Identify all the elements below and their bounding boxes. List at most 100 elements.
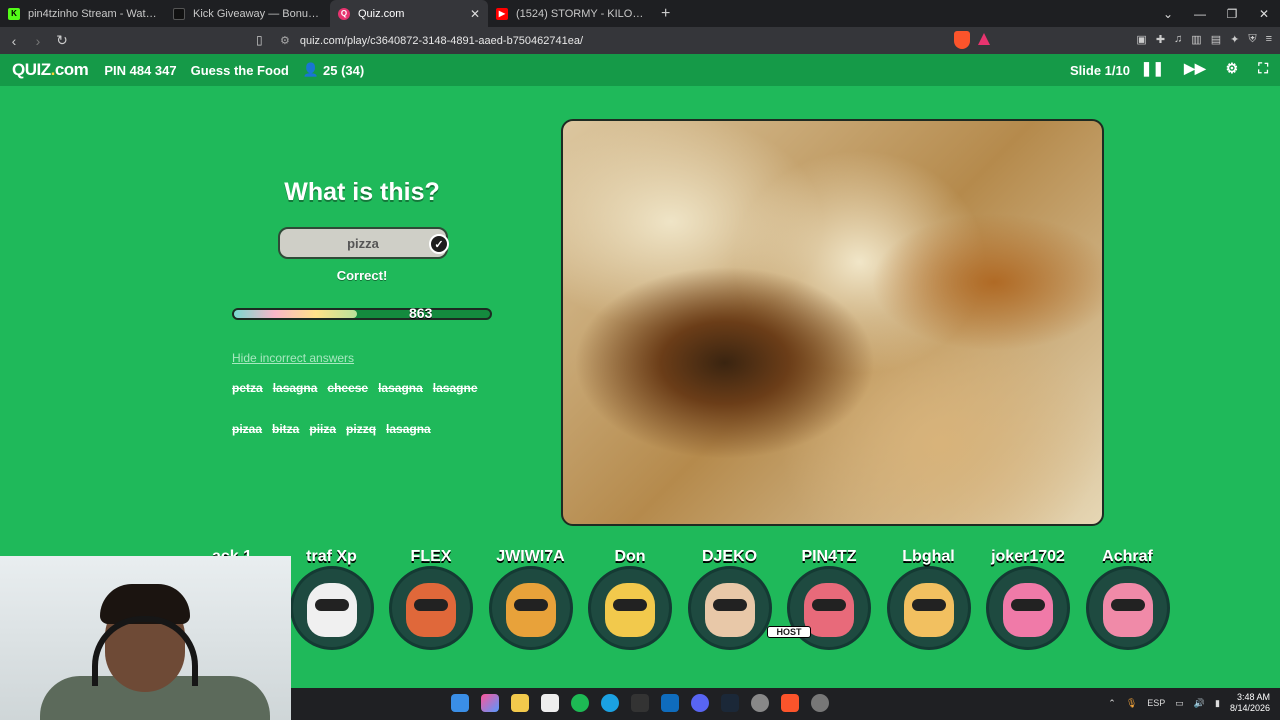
brave-shields-icon[interactable] — [954, 31, 970, 49]
player-count: 👤 25 (34) — [303, 62, 364, 78]
hide-incorrect-link[interactable]: Hide incorrect answers — [232, 351, 354, 365]
avatar-eyes — [712, 599, 747, 611]
new-tab-button[interactable]: + — [661, 5, 670, 23]
player-avatar[interactable] — [687, 566, 772, 650]
site-info-icon[interactable]: ⚙ — [280, 34, 290, 47]
url-input[interactable]: ⚙ quiz.com/play/c3640872-3148-4891-aaed-… — [280, 30, 948, 51]
tab-title: Kick Giveaway — Bonus Tracker | Bor — [193, 7, 322, 20]
settings-icon[interactable]: ⚙ — [1226, 60, 1239, 77]
restore-icon[interactable]: ❐ — [1216, 7, 1248, 21]
player-name: Don — [614, 548, 646, 565]
kick-icon: K — [8, 7, 20, 20]
host-badge: HOST — [767, 626, 811, 638]
incorrect-answer: piiza — [309, 422, 337, 436]
volume-icon[interactable]: 🔊 — [1194, 698, 1205, 709]
tray-overflow-icon[interactable]: ⌃ — [1108, 698, 1116, 709]
logo-quiz: QUIZ — [12, 60, 51, 79]
microphone-icon[interactable]: 🎙 — [1126, 698, 1137, 709]
incorrect-answer: lasagne — [432, 381, 478, 395]
avatar-eyes — [1011, 599, 1045, 611]
incorrect-answer: lasagna — [272, 381, 318, 395]
close-window-icon[interactable]: ✕ — [1248, 7, 1280, 21]
tab-title: pin4tzinho Stream - Watch Live on Ki — [28, 7, 157, 20]
edge-icon[interactable] — [601, 694, 619, 712]
language-indicator[interactable]: ESP — [1147, 698, 1165, 708]
store-icon[interactable] — [541, 694, 559, 712]
forward-icon[interactable]: › — [28, 33, 48, 49]
tab-quiz[interactable]: Q Quiz.com ✕ — [330, 0, 488, 27]
menu-icon[interactable]: ≡ — [1266, 33, 1272, 46]
puzzle-icon[interactable]: ✚ — [1156, 33, 1165, 46]
player-avatar[interactable] — [588, 566, 672, 650]
windows-start-icon[interactable] — [451, 694, 469, 712]
wallet-icon[interactable]: ▤ — [1211, 33, 1221, 46]
fullscreen-icon[interactable]: ⛶ — [1258, 60, 1268, 77]
epic-games-icon[interactable] — [631, 694, 649, 712]
tab-kick-giveaway[interactable]: Kick Giveaway — Bonus Tracker | Bor — [165, 0, 330, 27]
incorrect-answer: petza — [232, 381, 263, 395]
battery-icon[interactable]: ▮ — [1215, 698, 1220, 709]
tab-kick-stream[interactable]: K pin4tzinho Stream - Watch Live on Ki — [0, 0, 165, 27]
windows-taskbar: ⌃ 🎙 ESP ▭ 🔊 ▮ 3:48 AM 8/14/2026 — [291, 688, 1280, 720]
network-icon[interactable]: ▭ — [1175, 698, 1184, 709]
incorrect-answer: pizaa — [232, 422, 263, 436]
reload-icon[interactable]: ↻ — [52, 32, 72, 49]
avatar-eyes — [812, 599, 846, 611]
avatar-eyes — [314, 599, 349, 611]
outlook-icon[interactable] — [661, 694, 679, 712]
close-tab-icon[interactable]: ✕ — [470, 7, 480, 21]
tab-search-icon[interactable]: ⌄ — [1152, 7, 1184, 21]
quiz-logo[interactable]: QUIZ.com — [12, 60, 89, 80]
player-name: Achraf — [1102, 548, 1153, 565]
incorrect-answer: lasagna — [386, 422, 431, 436]
answer-field[interactable]: pizza ✓ — [278, 227, 449, 259]
brave-rewards-icon[interactable] — [978, 33, 990, 45]
tab-youtube[interactable]: ▶ (1524) STORMY - KILOWAT (VISUALIZ — [488, 0, 653, 27]
incorrect-answer: cheese — [327, 381, 369, 395]
file-explorer-icon[interactable] — [511, 694, 529, 712]
player-avatar[interactable] — [488, 566, 573, 650]
address-bar-row: ‹ › ↻ ▯ ⚙ quiz.com/play/c3640872-3148-48… — [0, 27, 1280, 54]
avatar-eyes — [911, 599, 946, 611]
system-tray: ⌃ 🎙 ESP ▭ 🔊 ▮ 3:48 AM 8/14/2026 — [1108, 692, 1270, 714]
url-text: quiz.com/play/c3640872-3148-4891-aaed-b7… — [299, 34, 584, 47]
player-name: joker1702 — [991, 548, 1065, 565]
settings-taskbar-icon[interactable] — [811, 694, 829, 712]
extension-icon[interactable]: ▣ — [1136, 33, 1146, 46]
skip-icon[interactable]: ▶▶ — [1184, 60, 1206, 77]
pause-icon[interactable]: ❚❚ — [1141, 60, 1164, 77]
app-icon[interactable] — [751, 694, 769, 712]
player-avatar[interactable] — [986, 566, 1070, 650]
vpn-icon[interactable]: ⛨ — [1248, 33, 1256, 46]
question-title: What is this? — [284, 178, 440, 206]
back-icon[interactable]: ‹ — [4, 33, 24, 49]
webcam-overlay — [0, 556, 291, 720]
quiz-controls: ❚❚ ▶▶ ⚙ ⛶ — [1141, 60, 1268, 77]
leo-icon[interactable]: ✦ — [1230, 33, 1239, 46]
copilot-icon[interactable] — [481, 694, 499, 712]
slide-counter: Slide 1/10 — [1070, 63, 1130, 78]
player-avatar[interactable] — [886, 566, 971, 650]
player-avatar[interactable] — [389, 566, 473, 650]
player-avatar[interactable] — [1085, 566, 1170, 650]
music-icon[interactable]: ♫ — [1174, 33, 1182, 46]
steam-icon[interactable] — [721, 694, 739, 712]
bookmark-icon[interactable]: ▯ — [256, 33, 263, 47]
extensions-area: ▣ ✚ ♫ ▥ ▤ ✦ ⛨ ≡ — [1136, 33, 1272, 46]
avatar-eyes — [513, 599, 548, 611]
spotify-icon[interactable] — [571, 694, 589, 712]
player-name: traf Xp — [306, 548, 357, 565]
discord-icon[interactable] — [691, 694, 709, 712]
player-name: DJEKO — [701, 548, 758, 565]
person-icon: 👤 — [302, 62, 320, 77]
sidebar-icon[interactable]: ▥ — [1191, 33, 1201, 46]
brave-taskbar-icon[interactable] — [781, 694, 799, 712]
score-bar — [232, 308, 492, 320]
logo-com: com — [54, 60, 89, 79]
player-avatar[interactable] — [289, 566, 374, 650]
clock-time: 3:48 AM — [1236, 692, 1270, 702]
tab-title: (1524) STORMY - KILOWAT (VISUALIZ — [516, 7, 645, 20]
score-bar-fill — [234, 310, 357, 318]
clock[interactable]: 3:48 AM 8/14/2026 — [1230, 692, 1270, 714]
minimize-icon[interactable]: — — [1184, 7, 1216, 21]
